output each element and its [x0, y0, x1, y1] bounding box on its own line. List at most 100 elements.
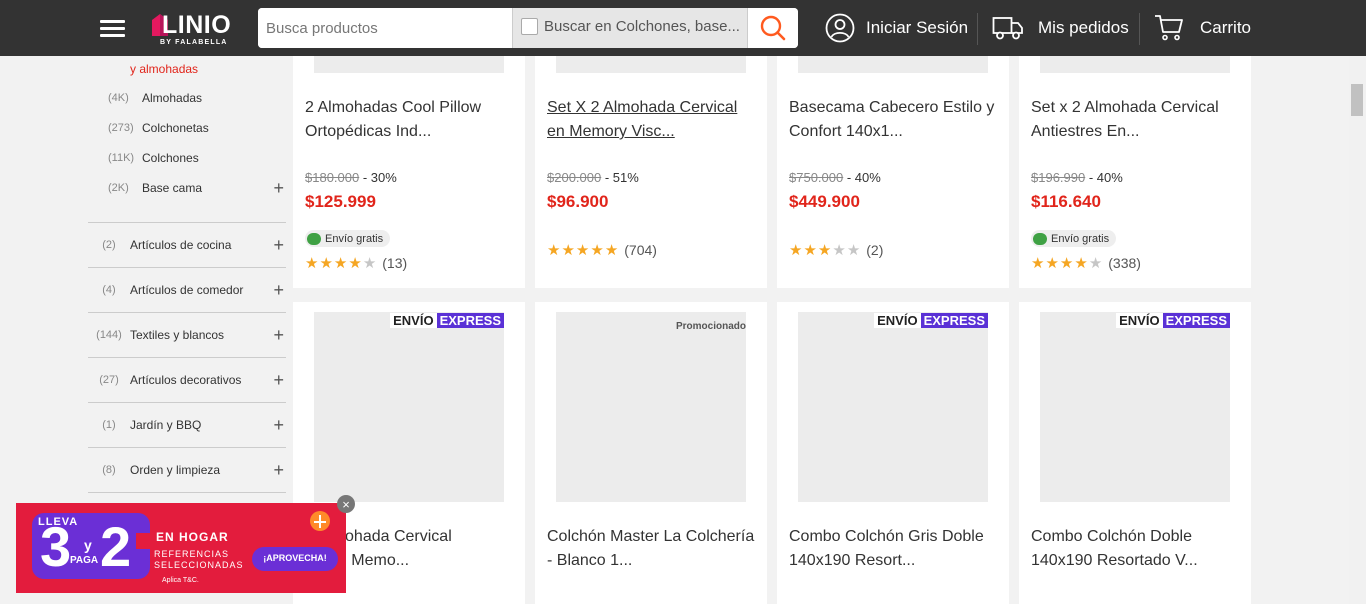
product-image[interactable]: ENVÍO EXPRESS	[1040, 312, 1230, 502]
discount-label: - 51%	[604, 170, 639, 185]
category-label: Textiles y blancos	[130, 328, 225, 342]
scrollbar-thumb[interactable]	[1351, 84, 1363, 116]
subcategory-item[interactable]: (4K) Almohadas	[108, 88, 286, 108]
text-segment: EXPRESS	[1162, 313, 1230, 328]
product-card[interactable]: 2 Almohadas Cool Pillow Ortopédicas Ind..…	[293, 56, 525, 288]
category-item[interactable]: (27) Artículos decorativos +	[88, 357, 286, 402]
login-link[interactable]: Iniciar Sesión	[824, 0, 968, 56]
close-banner-button[interactable]: ×	[337, 495, 355, 513]
star-icon: ★	[832, 241, 846, 259]
category-item[interactable]: (4) Artículos de comedor +	[88, 267, 286, 312]
star-icon: ★	[846, 241, 861, 259]
category-item[interactable]: (1) Jardín y BBQ +	[88, 402, 286, 447]
subcategory-item[interactable]: (2K) Base cama +	[108, 178, 286, 198]
linio-logo[interactable]: LINIO BY FALABELLA	[150, 8, 242, 50]
star-icon: ★	[333, 254, 348, 272]
original-price: $750.000	[789, 170, 844, 185]
item-count: (4K)	[108, 92, 129, 104]
banner-three: 3	[40, 515, 72, 578]
product-card[interactable]: ENVÍO EXPRESS Combo Colchón Gris Doble 140…	[777, 302, 1009, 604]
item-count: (144)	[96, 329, 122, 341]
product-card[interactable]: Set X 2 Almohada Cervical en Memory Visc.…	[535, 56, 767, 288]
review-count: (2)	[866, 242, 884, 258]
star-icon: ★	[575, 241, 590, 259]
expand-icon[interactable]: +	[273, 371, 284, 389]
category-item[interactable]: (144) Textiles y blancos +	[88, 312, 286, 357]
text-segment: 140x190 Resortado V...	[1031, 552, 1198, 569]
product-image[interactable]	[314, 56, 504, 73]
product-title[interactable]: Set x 2 Almohada Cervical Antiestres En..…	[1031, 96, 1241, 144]
discount-label: - 40%	[1088, 170, 1123, 185]
banner-headline: EN HOGAR	[156, 530, 229, 544]
search-scope-filter[interactable]: Buscar en Colchones, base...	[512, 8, 748, 48]
category-item[interactable]: (8) Orden y limpieza +	[88, 447, 286, 492]
search-button[interactable]	[748, 8, 798, 48]
orders-link[interactable]: Mis pedidos	[992, 0, 1129, 56]
expand-icon[interactable]: +	[273, 326, 284, 344]
page-scrollbar[interactable]	[1349, 56, 1366, 604]
menu-icon[interactable]	[100, 18, 125, 38]
top-header: LINIO BY FALABELLA Buscar en Colchones, …	[0, 0, 1366, 56]
star-icon: ★	[348, 254, 362, 272]
expand-icon[interactable]: +	[273, 236, 284, 254]
category-label: Artículos de comedor	[130, 283, 244, 297]
current-category[interactable]: y almohadas	[130, 62, 198, 76]
product-title[interactable]: 2 Almohadas Cool Pillow Ortopédicas Ind..…	[305, 96, 515, 144]
product-card[interactable]: Set x 2 Almohada Cervical Antiestres En..…	[1019, 56, 1251, 288]
review-count: (338)	[1108, 255, 1141, 271]
express-shipping-badge: ENVÍO EXPRESS	[874, 312, 988, 329]
expand-icon[interactable]: +	[273, 179, 284, 197]
banner-cta-button[interactable]: ¡APROVECHA!	[252, 553, 338, 563]
banner-line1: REFERENCIAS	[154, 549, 230, 559]
shipping-label: Envío gratis	[325, 232, 384, 245]
truck-icon	[307, 232, 321, 245]
product-title[interactable]: Basecama Cabecero Estilo y Confort 140x1.…	[789, 96, 999, 144]
product-card[interactable]: Promocionado Colchón Master La Colchería…	[535, 302, 767, 604]
original-price: $180.000	[305, 170, 360, 185]
cart-icon	[1155, 15, 1183, 41]
expand-icon[interactable]: +	[273, 416, 284, 434]
subcategory-item[interactable]: (273) Colchonetas	[108, 118, 286, 138]
banner-paga: PAGA	[70, 555, 99, 566]
discount-label: - 30%	[362, 170, 397, 185]
product-image[interactable]: Promocionado	[556, 312, 746, 502]
original-price-row: $180.000 - 30%	[305, 170, 397, 185]
rating-row: ★ ★ ★ ★ ★ (704)	[547, 242, 657, 258]
product-title[interactable]: Set X 2 Almohada Cervical en Memory Visc.…	[547, 96, 757, 144]
product-title[interactable]: Combo Colchón Gris Doble 140x190 Resort..…	[789, 525, 999, 573]
product-image[interactable]	[798, 56, 988, 73]
banner-terms: Aplica T&C.	[162, 577, 199, 584]
expand-icon[interactable]: +	[273, 281, 284, 299]
item-count: (4)	[102, 284, 116, 296]
original-price-row: $200.000 - 51%	[547, 170, 639, 185]
subcategory-item[interactable]: (11K) Colchones	[108, 148, 286, 168]
cart-link[interactable]: Carrito	[1154, 0, 1251, 56]
item-count: (2)	[102, 239, 116, 251]
product-image[interactable]	[556, 56, 746, 73]
scope-checkbox[interactable]	[521, 18, 538, 35]
product-image[interactable]	[1040, 56, 1230, 73]
product-image[interactable]: ENVÍO EXPRESS	[798, 312, 988, 502]
product-card[interactable]: ENVÍO EXPRESS Combo Colchón Doble 140x190 …	[1019, 302, 1251, 604]
original-price-row: $750.000 - 40%	[789, 170, 881, 185]
star-icon: ★	[604, 241, 619, 259]
category-item[interactable]: (2) Artículos de cocina +	[88, 222, 286, 267]
expand-icon[interactable]: +	[273, 461, 284, 479]
search-input[interactable]	[258, 8, 512, 48]
text-segment: ENVÍO	[1116, 313, 1163, 328]
product-title[interactable]: Colchón Master La Colchería - Blanco 1...	[547, 525, 757, 573]
original-price-row: $196.990 - 40%	[1031, 170, 1123, 185]
text-segment: EXPRESS	[436, 313, 504, 328]
rating-row: ★ ★ ★ ★ ★ (13)	[305, 255, 407, 271]
product-image[interactable]: ENVÍO EXPRESS	[314, 312, 504, 502]
logo-subtext: BY FALABELLA	[160, 39, 228, 46]
product-title[interactable]: Combo Colchón Doble 140x190 Resortado V..…	[1031, 525, 1241, 573]
promo-banner[interactable]: LLEVA 3 y PAGA 2 EN HOGAR REFERENCIAS SE…	[16, 503, 346, 593]
star-icon: ★	[590, 241, 604, 259]
text-segment: ENVÍO	[390, 313, 437, 328]
search-bar: Buscar en Colchones, base...	[258, 8, 798, 48]
item-count: (8)	[102, 464, 116, 476]
orders-label: Mis pedidos	[1038, 18, 1129, 37]
banner-line2: SELECCIONADAS	[154, 560, 244, 570]
product-card[interactable]: Basecama Cabecero Estilo y Confort 140x1.…	[777, 56, 1009, 288]
